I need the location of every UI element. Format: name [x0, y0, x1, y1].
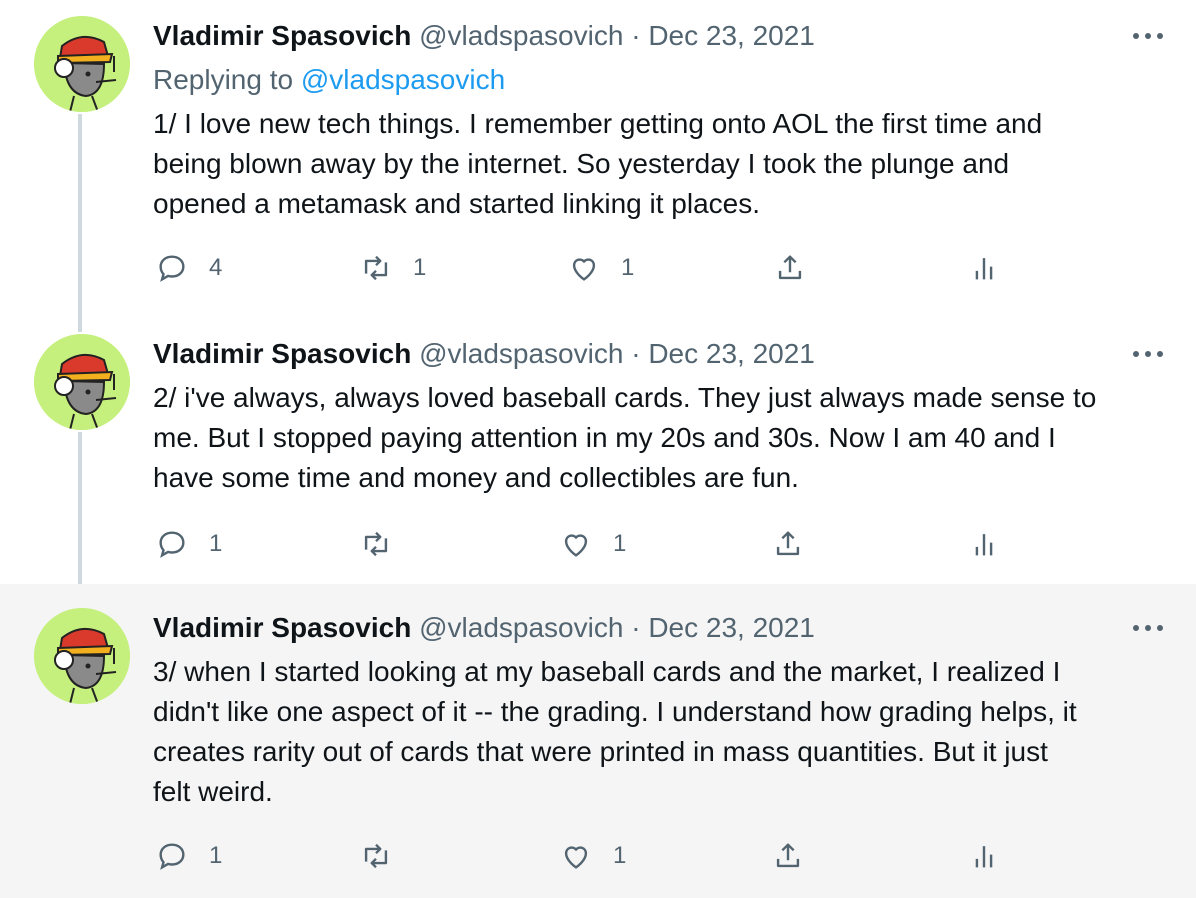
tweet[interactable]: Vladimir Spasovich @vladspasovich · Dec …: [0, 320, 1196, 582]
author-name[interactable]: Vladimir Spasovich: [153, 338, 411, 369]
separator: ·: [631, 612, 641, 643]
share-icon: [776, 531, 800, 556]
like-count: 1: [613, 842, 627, 869]
analytics-icon: [975, 534, 993, 556]
tweet-header: Vladimir Spasovich @vladspasovich · Dec …: [153, 18, 1196, 54]
replying-label: Replying to: [153, 64, 294, 95]
reply-count: 1: [209, 530, 223, 557]
retweet-button[interactable]: [359, 836, 413, 876]
author-name[interactable]: Vladimir Spasovich: [153, 20, 411, 51]
tweet[interactable]: Vladimir Spasovich @vladspasovich · Dec …: [0, 0, 1196, 320]
reply-count: 4: [209, 254, 223, 281]
reply-icon: [159, 255, 185, 282]
reply-count: 1: [209, 842, 223, 869]
action-bar: 1 1: [153, 836, 1053, 876]
retweet-count: 1: [413, 254, 427, 281]
analytics-button[interactable]: [967, 248, 1001, 288]
reply-icon: [159, 843, 185, 870]
tweet-text: 2/ i've always, always loved baseball ca…: [153, 382, 1097, 493]
separator: ·: [631, 20, 641, 51]
analytics-button[interactable]: [967, 836, 1001, 876]
reply-button[interactable]: 1: [155, 524, 222, 564]
like-button[interactable]: 1: [567, 248, 634, 288]
like-button[interactable]: 1: [559, 836, 626, 876]
avatar[interactable]: [34, 334, 130, 430]
author-handle[interactable]: @vladspasovich: [419, 612, 623, 643]
retweet-icon: [364, 531, 388, 557]
analytics-button[interactable]: [967, 524, 1001, 564]
retweet-button[interactable]: [359, 524, 413, 564]
avatar[interactable]: [34, 608, 130, 704]
author-handle[interactable]: @vladspasovich: [419, 20, 623, 51]
separator: ·: [631, 338, 641, 369]
retweet-icon: [364, 255, 388, 281]
retweet-icon: [364, 843, 388, 869]
heart-icon: [572, 258, 596, 281]
tweet-date[interactable]: Dec 23, 2021: [648, 338, 815, 369]
like-count: 1: [613, 530, 627, 557]
reply-button[interactable]: 4: [155, 248, 222, 288]
tweet-text: 3/ when I started looking at my baseball…: [153, 656, 1077, 807]
share-button[interactable]: [771, 836, 805, 876]
reply-icon: [159, 531, 185, 558]
more-icon[interactable]: [1130, 344, 1166, 364]
mention-link[interactable]: @vladspasovich: [301, 64, 505, 95]
avatar[interactable]: [34, 16, 130, 112]
share-icon: [776, 843, 800, 868]
retweet-button[interactable]: 1: [359, 248, 426, 288]
tweet[interactable]: Vladimir Spasovich @vladspasovich · Dec …: [0, 584, 1196, 898]
more-icon[interactable]: [1130, 26, 1166, 46]
action-bar: 1 1: [153, 524, 1053, 564]
tweet-text: 1/ I love new tech things. I remember ge…: [153, 108, 1043, 219]
like-count: 1: [621, 254, 635, 281]
share-icon: [778, 255, 802, 280]
heart-icon: [564, 846, 588, 869]
analytics-icon: [975, 846, 993, 868]
analytics-icon: [975, 258, 993, 280]
share-button[interactable]: [771, 524, 805, 564]
heart-icon: [564, 534, 588, 557]
tweet-header: Vladimir Spasovich @vladspasovich · Dec …: [153, 610, 1196, 646]
like-button[interactable]: 1: [559, 524, 626, 564]
tweet-date[interactable]: Dec 23, 2021: [648, 20, 815, 51]
share-button[interactable]: [773, 248, 807, 288]
tweet-header: Vladimir Spasovich @vladspasovich · Dec …: [153, 336, 1196, 372]
more-icon[interactable]: [1130, 618, 1166, 638]
tweet-date[interactable]: Dec 23, 2021: [648, 612, 815, 643]
reply-button[interactable]: 1: [155, 836, 222, 876]
action-bar: 4 1 1: [153, 248, 1053, 288]
author-handle[interactable]: @vladspasovich: [419, 338, 623, 369]
replying-to: Replying to @vladspasovich: [153, 62, 505, 98]
author-name[interactable]: Vladimir Spasovich: [153, 612, 411, 643]
